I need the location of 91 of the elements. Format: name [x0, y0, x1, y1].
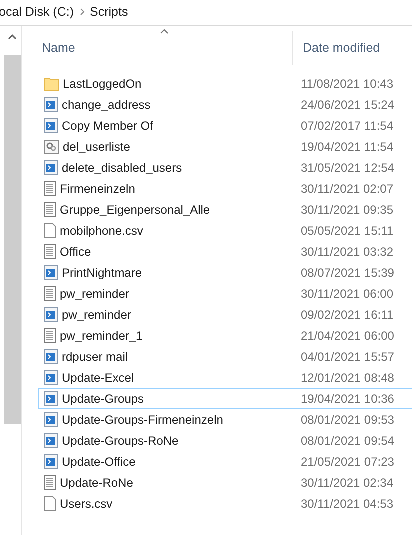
file-row[interactable]: Firmeneinzeln 30/11/2021 02:07: [38, 178, 412, 199]
text-file-icon: [44, 328, 56, 343]
file-name: Update-Excel: [62, 370, 134, 384]
file-date: 08/01/2021 09:53: [300, 412, 394, 426]
file-name: Office: [60, 244, 92, 258]
file-row[interactable]: rdpuser mail 04/01/2021 15:57: [38, 346, 412, 367]
file-name: LastLoggedOn: [63, 76, 142, 90]
script-icon: [44, 307, 58, 322]
file-date: 21/05/2021 07:23: [300, 454, 394, 468]
file-date: 30/11/2021 09:35: [300, 202, 394, 216]
file-name: mobilphone.csv: [60, 224, 144, 238]
script-icon: [44, 160, 58, 175]
file-name: Firmeneinzeln: [60, 182, 136, 196]
file-date: 07/02/2017 11:54: [300, 118, 394, 132]
script-icon: [44, 412, 58, 427]
scroll-up-icon[interactable]: [8, 34, 17, 40]
file-date: 04/01/2021 15:57: [300, 350, 394, 364]
script-icon: [44, 370, 58, 385]
breadcrumb-item[interactable]: Scripts: [90, 4, 128, 18]
file-row[interactable]: Update-Groups-Firmeneinzeln 08/01/2021 09:53: [38, 409, 412, 430]
file-name: pw_reminder_1: [60, 328, 143, 342]
file-date: 08/07/2021 15:39: [300, 266, 394, 280]
script-icon: [44, 97, 58, 112]
file-date: 19/04/2021 10:36: [300, 392, 394, 406]
file-row[interactable]: Users.csv 30/11/2021 04:53: [38, 493, 412, 514]
file-row[interactable]: Copy Member Of 07/02/2017 11:54: [38, 115, 412, 136]
folder-icon: [44, 76, 59, 90]
chevron-right-icon: [80, 8, 86, 16]
text-file-icon: [44, 202, 56, 217]
file-date: 05/05/2021 15:11: [300, 224, 394, 238]
file-date: 12/01/2021 08:48: [300, 370, 394, 384]
file-name: PrintNightmare: [62, 266, 142, 280]
file-row[interactable]: Office 30/11/2021 03:32: [38, 241, 412, 262]
file-row[interactable]: change_address 24/06/2021 15:24: [38, 94, 412, 115]
file-name: rdpuser mail: [62, 350, 128, 364]
file-row[interactable]: pw_reminder 09/02/2021 16:11: [38, 304, 412, 325]
text-file-icon: [44, 244, 56, 259]
file-name: Update-Groups-Firmeneinzeln: [62, 412, 224, 426]
file-name: Copy Member Of: [62, 118, 154, 132]
column-header[interactable]: Date modified: [292, 30, 412, 66]
column-header[interactable]: Name: [38, 30, 292, 66]
file-row[interactable]: Update-Groups-RoNe 08/01/2021 09:54: [38, 430, 412, 451]
gear-file-icon: [44, 140, 59, 154]
file-date: 30/11/2021 04:53: [300, 496, 394, 510]
file-row[interactable]: Update-Excel 12/01/2021 08:48: [38, 367, 412, 388]
file-row[interactable]: pw_reminder_1 21/04/2021 06:00: [38, 325, 412, 346]
text-file-icon: [44, 286, 56, 301]
file-date: 08/01/2021 09:54: [300, 434, 394, 448]
file-name: Update-Groups: [62, 392, 144, 406]
file-row[interactable]: Gruppe_Eigenpersonal_Alle 30/11/2021 09:35: [38, 199, 412, 220]
text-file-icon: [44, 181, 56, 196]
file-name: Update-Groups-RoNe: [62, 434, 179, 448]
file-date: 24/06/2021 15:24: [300, 98, 394, 112]
file-row[interactable]: PrintNightmare 08/07/2021 15:39: [38, 262, 412, 283]
file-icon: [44, 496, 56, 511]
script-icon: [44, 118, 58, 133]
file-name: del_userliste: [63, 140, 130, 154]
file-date: 11/08/2021 10:43: [300, 76, 394, 90]
script-icon: [44, 454, 58, 469]
script-icon: [44, 349, 58, 364]
file-date: 21/04/2021 06:00: [300, 328, 394, 342]
file-date: 30/11/2021 02:34: [300, 476, 394, 490]
file-date: 09/02/2021 16:11: [300, 308, 394, 322]
file-row[interactable]: LastLoggedOn 11/08/2021 10:43: [38, 73, 412, 94]
file-name: Gruppe_Eigenpersonal_Alle: [60, 202, 210, 216]
script-icon: [44, 265, 58, 280]
file-row[interactable]: pw_reminder 30/11/2021 06:00: [38, 283, 412, 304]
file-name: pw_reminder: [60, 286, 130, 300]
file-date: 30/11/2021 06:00: [300, 286, 394, 300]
file-date: 31/05/2021 12:54: [300, 160, 394, 174]
file-name: Update-Office: [62, 454, 136, 468]
script-icon: [44, 433, 58, 448]
file-name: delete_disabled_users: [62, 160, 182, 174]
file-name: Update-RoNe: [60, 476, 134, 490]
file-row[interactable]: Update-Groups 19/04/2021 10:36: [38, 388, 412, 409]
file-date: 30/11/2021 02:07: [300, 182, 394, 196]
file-row[interactable]: delete_disabled_users 31/05/2021 12:54: [38, 157, 412, 178]
text-file-icon: [44, 475, 56, 490]
script-icon: [44, 391, 58, 406]
file-name: Users.csv: [60, 496, 113, 510]
file-icon: [44, 223, 56, 238]
file-name: change_address: [62, 98, 151, 112]
file-row[interactable]: Update-RoNe 30/11/2021 02:34: [38, 472, 412, 493]
file-row[interactable]: del_userliste 19/04/2021 11:54: [38, 136, 412, 157]
file-name: pw_reminder: [62, 308, 132, 322]
file-date: 19/04/2021 11:54: [300, 140, 394, 154]
file-row[interactable]: mobilphone.csv 05/05/2021 15:11: [38, 220, 412, 241]
file-date: 30/11/2021 03:32: [300, 244, 394, 258]
scrollbar-thumb[interactable]: [4, 55, 21, 424]
file-row[interactable]: Update-Office 21/05/2021 07:23: [38, 451, 412, 472]
sort-up-icon: [160, 29, 169, 34]
